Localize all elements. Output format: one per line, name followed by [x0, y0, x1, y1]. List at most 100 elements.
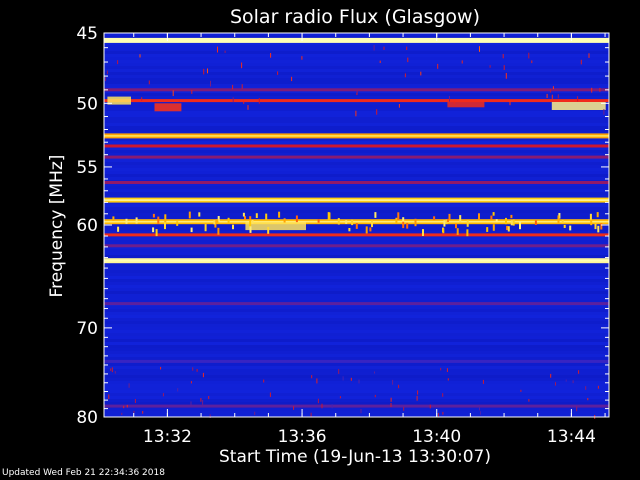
speckle [190, 381, 192, 384]
band-core [104, 259, 609, 262]
speckle [247, 105, 249, 110]
x-axis-label: Start Time (19-Jun-13 13:30:07) [219, 447, 491, 467]
speckle [404, 73, 406, 78]
texture-row [104, 141, 609, 144]
texture-row [104, 369, 609, 372]
texture-row [104, 399, 609, 402]
speckle [503, 65, 505, 70]
speckle [106, 70, 108, 75]
band [104, 144, 609, 148]
texture-row [104, 162, 609, 165]
texture-row [104, 159, 609, 162]
texture-row [104, 48, 609, 51]
speckle [157, 216, 160, 224]
speckle [337, 218, 340, 225]
speckle [155, 229, 158, 237]
band-core [104, 39, 609, 42]
speckle [374, 371, 375, 374]
speckle [466, 229, 469, 237]
speckle [192, 367, 194, 371]
texture-row [104, 123, 609, 126]
texture-row [104, 54, 609, 57]
speckle [459, 215, 462, 223]
speckle [495, 219, 498, 223]
texture-row [104, 285, 609, 288]
speckle [217, 227, 220, 235]
speckle [453, 101, 455, 104]
speckle [551, 94, 553, 99]
speckle [442, 411, 444, 415]
speckle [588, 53, 590, 58]
texture-row [104, 84, 609, 87]
band [104, 181, 609, 184]
speckle [213, 220, 216, 225]
speckle [203, 68, 205, 75]
y-tick-label: 45 [76, 24, 98, 44]
speckle [316, 378, 318, 384]
speckle [128, 383, 130, 388]
speckle [338, 369, 340, 374]
texture-row [104, 177, 609, 180]
texture-row [104, 57, 609, 60]
band [104, 233, 609, 237]
speckle [550, 373, 552, 378]
speckle [249, 226, 252, 233]
speckle [258, 98, 260, 104]
speckle [594, 223, 597, 230]
texture-row [104, 195, 609, 198]
texture-row [104, 189, 609, 192]
speckle [142, 411, 144, 414]
band [104, 88, 609, 92]
texture-row [104, 120, 609, 123]
speckle [577, 96, 579, 102]
speckle [188, 211, 191, 219]
speckle [210, 80, 211, 87]
update-timestamp: Updated Wed Feb 21 22:34:36 2018 [2, 468, 165, 478]
texture-row [104, 381, 609, 384]
texture-row [104, 336, 609, 339]
speckle [512, 219, 515, 226]
texture-row [104, 126, 609, 129]
speckle [519, 221, 521, 230]
texture-row [104, 294, 609, 297]
speckle [572, 380, 574, 384]
speckle [390, 403, 392, 407]
speckle [355, 110, 357, 117]
speckle [358, 379, 360, 384]
speckle [414, 218, 417, 227]
texture-row [104, 153, 609, 156]
speckle [531, 60, 533, 64]
speckle [190, 227, 193, 233]
speckle [160, 366, 162, 370]
texture-row [104, 255, 609, 258]
speckle [227, 217, 230, 224]
speckle [249, 216, 252, 220]
speckle [317, 398, 319, 404]
texture-row [104, 333, 609, 336]
speckle [510, 214, 513, 219]
texture-row [104, 45, 609, 48]
texture-row [104, 288, 609, 291]
texture-row [104, 267, 609, 270]
speckle [207, 68, 208, 74]
speckle [528, 399, 530, 402]
texture-row [104, 324, 609, 327]
texture-row [104, 354, 609, 357]
speckle [317, 219, 320, 223]
speckle [597, 225, 600, 233]
burst [245, 222, 306, 231]
speckle [277, 71, 279, 75]
speckle [590, 220, 593, 226]
texture-row [104, 165, 609, 168]
speckle [254, 411, 256, 416]
band [104, 359, 609, 363]
texture-row [104, 327, 609, 330]
speckle [345, 220, 348, 224]
speckle [177, 388, 179, 392]
speckle [301, 56, 303, 60]
speckle [139, 54, 141, 58]
speckle [291, 76, 293, 82]
speckle [114, 371, 116, 374]
speckle [550, 89, 552, 93]
speckle [466, 220, 469, 227]
